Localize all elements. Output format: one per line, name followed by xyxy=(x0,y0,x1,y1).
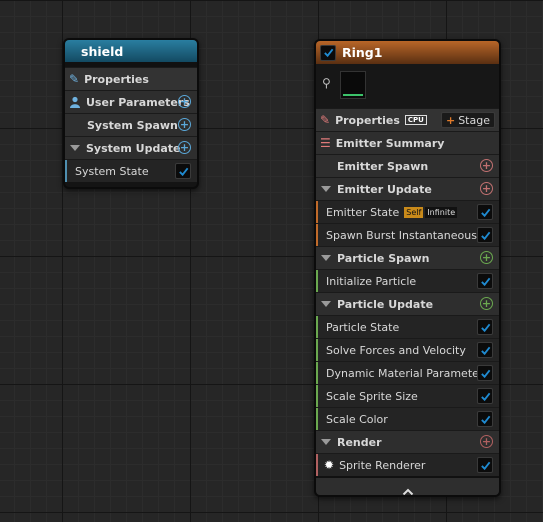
system-update-label: System Update xyxy=(86,141,181,155)
add-system-spawn-icon[interactable]: + xyxy=(178,118,191,131)
self-tag: Self xyxy=(404,206,424,218)
initialize-particle-row[interactable]: Initialize Particle xyxy=(316,269,499,292)
ring1-node-header[interactable]: Ring1 xyxy=(316,41,499,64)
collapse-arrow-icon[interactable] xyxy=(321,301,331,307)
particle-spawn-label: Particle Spawn xyxy=(337,251,430,265)
scale-color-row[interactable]: Scale Color xyxy=(316,407,499,430)
add-user-parameter-icon[interactable]: + xyxy=(178,95,191,108)
plus-icon: + xyxy=(445,113,456,127)
add-particle-update-icon[interactable]: + xyxy=(480,297,493,310)
system-update-row[interactable]: System Update + xyxy=(65,136,197,159)
add-renderer-icon[interactable]: + xyxy=(480,435,493,448)
particle-spawn-row[interactable]: Particle Spawn + xyxy=(316,246,499,269)
emitter-spawn-label: Emitter Spawn xyxy=(337,159,429,173)
system-state-checkbox[interactable] xyxy=(175,163,191,179)
add-emitter-update-icon[interactable]: + xyxy=(480,182,493,195)
emitter-summary-label: Emitter Summary xyxy=(335,136,445,150)
system-spawn-row[interactable]: System Spawn + xyxy=(65,113,197,136)
emitter-update-label: Emitter Update xyxy=(337,182,432,196)
pencil-icon: ✎ xyxy=(69,72,80,86)
cpu-icon: CPU xyxy=(404,115,427,125)
render-row[interactable]: Render + xyxy=(316,430,499,453)
ring1-emitter-node[interactable]: Ring1 ⚲ ✎ Properties CPU + Stage ☰ Emitt… xyxy=(314,39,501,497)
scale-sprite-size-label: Scale Sprite Size xyxy=(326,389,418,403)
shield-system-node[interactable]: shield ✎ Properties User Parameters + Sy… xyxy=(63,38,199,189)
dynamic-material-row[interactable]: Dynamic Material Parameters xyxy=(316,361,499,384)
dynamic-material-checkbox[interactable] xyxy=(477,365,493,381)
ring1-properties-row[interactable]: ✎ Properties CPU + Stage xyxy=(316,108,499,131)
sprite-burst-icon: ✹ xyxy=(324,458,335,472)
sprite-renderer-checkbox[interactable] xyxy=(477,457,493,473)
emitter-update-row[interactable]: Emitter Update + xyxy=(316,177,499,200)
add-particle-spawn-icon[interactable]: + xyxy=(480,251,493,264)
infinite-tag: Infinite xyxy=(425,206,458,218)
solve-forces-label: Solve Forces and Velocity xyxy=(326,343,466,357)
solve-forces-row[interactable]: Solve Forces and Velocity xyxy=(316,338,499,361)
emitter-state-label: Emitter State xyxy=(326,205,400,219)
initialize-particle-label: Initialize Particle xyxy=(326,274,417,288)
shield-node-title: shield xyxy=(81,43,124,59)
initialize-particle-checkbox[interactable] xyxy=(477,273,493,289)
system-state-row[interactable]: System State xyxy=(65,159,197,182)
spawn-burst-label: Spawn Burst Instantaneous xyxy=(326,228,477,242)
scale-color-checkbox[interactable] xyxy=(477,411,493,427)
scale-color-label: Scale Color xyxy=(326,412,388,426)
sprite-renderer-label: Sprite Renderer xyxy=(339,458,426,472)
particle-update-row[interactable]: Particle Update + xyxy=(316,292,499,315)
system-state-label: System State xyxy=(75,164,149,178)
user-parameters-label: User Parameters xyxy=(86,95,190,109)
solve-forces-checkbox[interactable] xyxy=(477,342,493,358)
emitter-thumbnail[interactable] xyxy=(340,71,366,99)
ring1-properties-label: Properties xyxy=(335,113,400,127)
add-emitter-spawn-icon[interactable]: + xyxy=(480,159,493,172)
spawn-burst-checkbox[interactable] xyxy=(477,227,493,243)
pencil-icon: ✎ xyxy=(320,113,331,127)
render-label: Render xyxy=(337,435,382,449)
particle-state-label: Particle State xyxy=(326,320,400,334)
collapse-arrow-icon[interactable] xyxy=(321,439,331,445)
ring1-node-title: Ring1 xyxy=(342,45,383,60)
emitter-state-checkbox[interactable] xyxy=(477,204,493,220)
collapse-arrow-icon[interactable] xyxy=(321,255,331,261)
pin-icon[interactable]: ⚲ xyxy=(322,76,331,90)
add-system-update-icon[interactable]: + xyxy=(178,141,191,154)
system-spawn-label: System Spawn xyxy=(87,118,178,132)
scale-sprite-size-row[interactable]: Scale Sprite Size xyxy=(316,384,499,407)
list-icon: ☰ xyxy=(320,136,331,150)
shield-properties-row[interactable]: ✎ Properties xyxy=(65,67,197,90)
add-stage-button[interactable]: + Stage xyxy=(440,112,495,128)
emitter-spawn-row[interactable]: Emitter Spawn + xyxy=(316,154,499,177)
collapse-arrow-icon[interactable] xyxy=(70,145,80,151)
emitter-summary-row[interactable]: ☰ Emitter Summary xyxy=(316,131,499,154)
user-icon xyxy=(69,96,81,108)
dynamic-material-label: Dynamic Material Parameters xyxy=(326,366,490,380)
emitter-state-row[interactable]: Emitter State Self Infinite xyxy=(316,200,499,223)
scale-sprite-size-checkbox[interactable] xyxy=(477,388,493,404)
spawn-burst-row[interactable]: Spawn Burst Instantaneous xyxy=(316,223,499,246)
particle-state-checkbox[interactable] xyxy=(477,319,493,335)
particle-update-label: Particle Update xyxy=(337,297,434,311)
collapse-node-button[interactable] xyxy=(316,476,499,495)
particle-state-row[interactable]: Particle State xyxy=(316,315,499,338)
collapse-arrow-icon[interactable] xyxy=(321,186,331,192)
shield-node-header[interactable]: shield xyxy=(65,40,197,62)
chevron-up-icon xyxy=(402,488,413,495)
sprite-renderer-row[interactable]: ✹ Sprite Renderer xyxy=(316,453,499,476)
shield-properties-label: Properties xyxy=(84,72,149,86)
user-parameters-row[interactable]: User Parameters + xyxy=(65,90,197,113)
emitter-enable-checkbox[interactable] xyxy=(320,44,336,61)
stage-label: Stage xyxy=(458,113,490,127)
emitter-thumbnail-area: ⚲ xyxy=(316,64,499,108)
